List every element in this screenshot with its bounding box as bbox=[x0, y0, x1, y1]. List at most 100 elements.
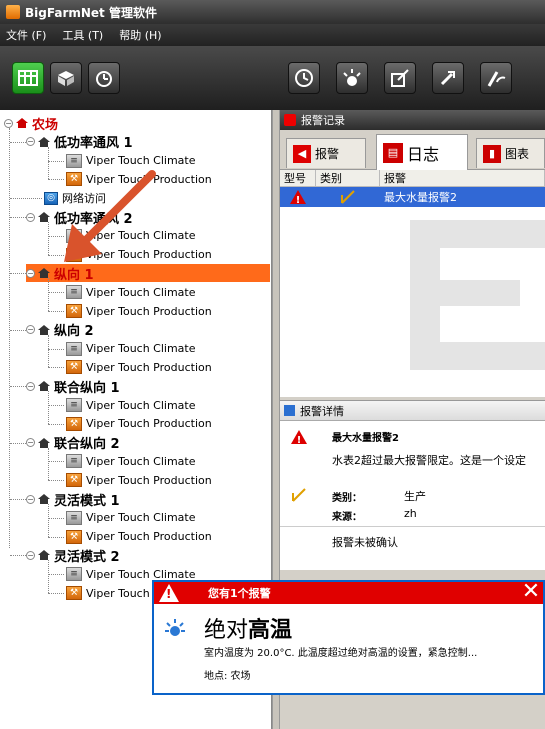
tree-label: 灵活模式 2 bbox=[54, 549, 120, 565]
popup-location: 地点: 农场 bbox=[204, 671, 251, 682]
close-icon[interactable]: ✕ bbox=[519, 581, 543, 604]
speaker-icon bbox=[284, 114, 296, 126]
tree-device[interactable]: ⚒ Viper Touch Production bbox=[66, 358, 212, 376]
table-row[interactable]: ! 最大水量报警2 bbox=[280, 187, 545, 207]
tree-label: Viper Touch Production bbox=[86, 360, 212, 374]
tree-group[interactable]: − 联合纵向 2 bbox=[26, 434, 120, 452]
tree-device[interactable]: ≡ Viper Touch Climate bbox=[66, 509, 196, 527]
popup-description: 室内温度为 20.0°C. 此温度超过绝对高温的设置，紧急控制... bbox=[204, 648, 478, 659]
tree-label: 灵活模式 1 bbox=[54, 493, 120, 509]
production-icon: ⚒ bbox=[66, 473, 82, 488]
sun-icon bbox=[164, 618, 186, 641]
tree-device[interactable]: ≡ Viper Touch Climate bbox=[66, 283, 196, 301]
tree-group[interactable]: − 低功率通风 1 bbox=[26, 133, 133, 151]
tree-label: Viper Touch Climate bbox=[86, 342, 196, 356]
barn-icon bbox=[38, 381, 50, 392]
tree-label: Viper Touch Production bbox=[86, 530, 212, 544]
category-value: 生产 bbox=[404, 490, 426, 503]
tree-device[interactable]: ⚒ Viper Touch Production bbox=[66, 528, 212, 546]
alarm-table-header: 型号 类别 报警 bbox=[280, 170, 545, 187]
production-icon: ⚒ bbox=[66, 529, 82, 544]
tree-label: 低功率通风 1 bbox=[54, 136, 133, 152]
tree-label: Viper Touch Climate bbox=[86, 398, 196, 412]
collapse-icon: − bbox=[26, 438, 35, 448]
tree-device[interactable]: ⚒ Viper Touch Production bbox=[66, 302, 212, 320]
tree-group[interactable]: − 纵向 2 bbox=[26, 321, 94, 339]
menu-help[interactable]: 帮助 (H) bbox=[119, 27, 161, 43]
box-icon[interactable] bbox=[50, 62, 82, 94]
production-icon: ⚒ bbox=[66, 304, 82, 318]
red-arrow-annotation bbox=[64, 170, 156, 262]
tree-device[interactable]: ⚒ Viper Touch bbox=[66, 584, 150, 602]
source-value: zh bbox=[404, 507, 417, 520]
warning-icon: ! bbox=[280, 189, 316, 205]
alarm-details-header: 报警详情 bbox=[280, 401, 545, 421]
watermark-graphic bbox=[410, 220, 545, 370]
speaker-icon: ◀ bbox=[293, 144, 311, 163]
tree-label: Viper Touch Climate bbox=[86, 511, 196, 525]
tab-log[interactable]: ▤ 日志 bbox=[376, 134, 468, 170]
tab-alarms[interactable]: ◀ 报警 bbox=[286, 138, 366, 168]
tree-label: Viper Touch bbox=[86, 586, 150, 600]
production-icon bbox=[290, 487, 308, 506]
tree-label: Viper Touch Climate bbox=[86, 154, 196, 168]
edit-icon[interactable] bbox=[384, 62, 416, 94]
detail-text: 水表2超过最大报警限定。这是一个设定 bbox=[332, 454, 526, 467]
barn-icon bbox=[38, 212, 50, 222]
tree-label: Viper Touch Production bbox=[86, 473, 212, 487]
alarm-panel-title: 报警记录 bbox=[301, 114, 345, 127]
tree-label: 纵向 2 bbox=[54, 324, 94, 340]
tool-icon[interactable] bbox=[432, 62, 464, 94]
tree-device[interactable]: ≡ Viper Touch Climate bbox=[66, 152, 196, 170]
climate-icon: ≡ bbox=[66, 567, 82, 582]
sun-icon[interactable] bbox=[336, 62, 368, 94]
popup-header: 您有1个报警 ✕ bbox=[154, 581, 543, 604]
column-category[interactable]: 类别 bbox=[316, 170, 380, 186]
collapse-icon: − bbox=[26, 268, 35, 278]
clock-icon[interactable] bbox=[288, 62, 320, 94]
collapse-icon: − bbox=[26, 137, 35, 147]
menu-file[interactable]: 文件 (F) bbox=[6, 27, 46, 43]
column-model[interactable]: 型号 bbox=[280, 170, 316, 186]
alarm-table: 型号 类别 报警 ! 最大水量报警2 bbox=[280, 170, 545, 397]
tree-group[interactable]: − 联合纵向 1 bbox=[26, 377, 120, 396]
grid-icon[interactable] bbox=[12, 62, 44, 94]
log-icon: ▤ bbox=[383, 142, 403, 163]
barn-icon bbox=[38, 494, 50, 504]
tree-group[interactable]: − 灵活模式 1 bbox=[26, 490, 120, 509]
tree-root-farm[interactable]: − 农场 bbox=[4, 114, 58, 133]
svg-text:!: ! bbox=[297, 435, 302, 445]
climate-icon: ≡ bbox=[66, 510, 82, 525]
tree-group[interactable]: − 灵活模式 2 bbox=[26, 546, 120, 565]
tree-label: 联合纵向 2 bbox=[54, 437, 120, 453]
ack-status: 报警未被确认 bbox=[332, 536, 398, 549]
tab-chart[interactable]: ▮ 图表 bbox=[476, 138, 545, 168]
title-bar: BigFarmNet 管理软件 bbox=[0, 0, 545, 24]
climate-icon: ≡ bbox=[66, 398, 82, 412]
detail-heading: 最大水量报警2 bbox=[332, 433, 399, 444]
menu-bar: 文件 (F) 工具 (T) 帮助 (H) bbox=[0, 24, 545, 46]
collapse-icon: − bbox=[26, 212, 35, 222]
tree-device[interactable]: ⚒ Viper Touch Production bbox=[66, 415, 212, 433]
tree-device[interactable]: ≡ Viper Touch Climate bbox=[66, 452, 196, 470]
tree-label: Viper Touch Climate bbox=[86, 285, 196, 299]
production-icon: ⚒ bbox=[66, 416, 82, 431]
production-icon: ⚒ bbox=[66, 360, 82, 375]
alarm-tabs: ◀ 报警 ▤ 日志 ▮ 图表 bbox=[280, 130, 545, 170]
production-icon: ⚒ bbox=[66, 586, 82, 600]
details-icon bbox=[284, 405, 295, 416]
gauge-icon[interactable] bbox=[480, 62, 512, 94]
alarm-details-panel: 报警详情 ! 最大水量报警2 水表2超过最大报警限定。这是一个设定 类别： 生产… bbox=[280, 400, 545, 570]
timer-icon[interactable] bbox=[88, 62, 120, 94]
column-alarm[interactable]: 报警 bbox=[380, 170, 545, 186]
tree-device[interactable]: ≡ Viper Touch Climate bbox=[66, 340, 196, 358]
tree-device[interactable]: ≡ Viper Touch Climate bbox=[66, 396, 196, 414]
tree-label: Viper Touch Climate bbox=[86, 454, 196, 468]
svg-text:!: ! bbox=[296, 195, 301, 205]
category-label: 类别： bbox=[332, 493, 362, 504]
collapse-icon: − bbox=[26, 381, 35, 391]
tree-device[interactable]: ⚒ Viper Touch Production bbox=[66, 471, 212, 489]
menu-tools[interactable]: 工具 (T) bbox=[62, 27, 103, 43]
alarm-notification-popup[interactable]: 您有1个报警 ✕ 绝对高温 室内温度为 20.0°C. 此温度超过绝对高温的设置… bbox=[152, 580, 545, 695]
alarm-panel-header: 报警记录 bbox=[280, 110, 545, 130]
